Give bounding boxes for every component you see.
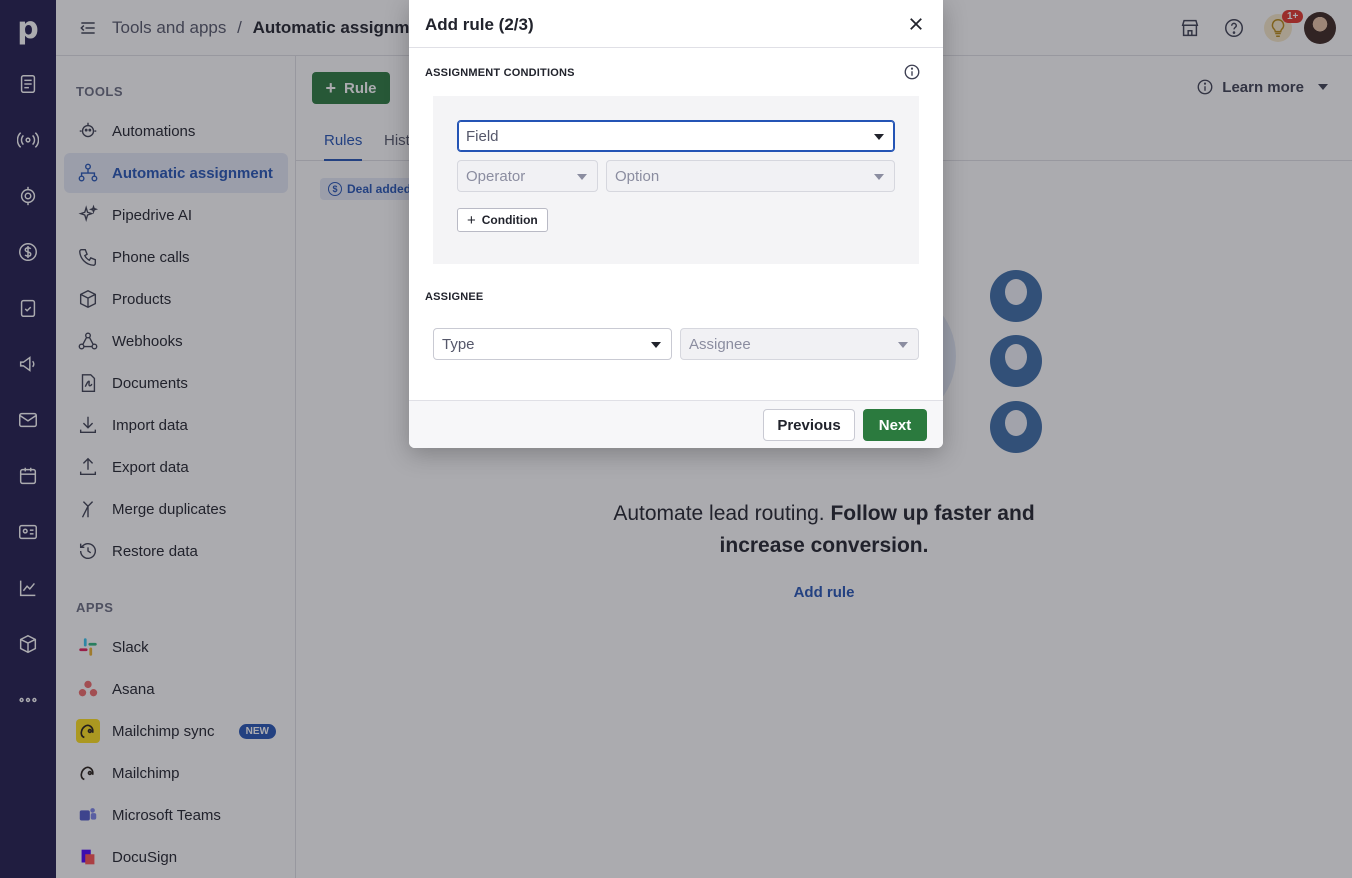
info-icon[interactable] [903,63,921,81]
previous-button[interactable]: Previous [763,409,855,441]
modal-footer: Previous Next [409,400,943,448]
add-rule-modal: Add rule (2/3) ASSIGNMENT CONDITIONS Fie… [409,0,943,448]
add-condition-button[interactable]: + Condition [457,208,548,232]
conditions-panel: Field Operator Option + Condition [433,96,919,264]
modal-header: Add rule (2/3) [409,0,943,48]
add-condition-label: Condition [481,213,538,227]
field-select-placeholder: Field [466,127,499,145]
next-button[interactable]: Next [863,409,927,441]
option-select[interactable]: Option [606,160,895,192]
chevron-down-icon [874,174,884,180]
close-icon[interactable] [907,15,925,33]
plus-icon: + [467,211,476,229]
type-select-placeholder: Type [442,335,475,353]
option-select-placeholder: Option [615,167,660,185]
assignee-select[interactable]: Assignee [680,328,919,360]
chevron-down-icon [651,342,661,348]
modal-title: Add rule (2/3) [425,15,534,34]
chevron-down-icon [874,134,884,140]
field-select[interactable]: Field [457,120,895,152]
chevron-down-icon [577,174,587,180]
chevron-down-icon [898,342,908,348]
assignee-heading: ASSIGNEE [425,291,484,303]
type-select[interactable]: Type [433,328,672,360]
operator-select[interactable]: Operator [457,160,598,192]
assignee-select-placeholder: Assignee [689,335,751,353]
operator-select-placeholder: Operator [466,167,526,185]
conditions-heading: ASSIGNMENT CONDITIONS [425,67,575,79]
app-root: p Tools and apps / Automatic assignment … [0,0,1352,878]
